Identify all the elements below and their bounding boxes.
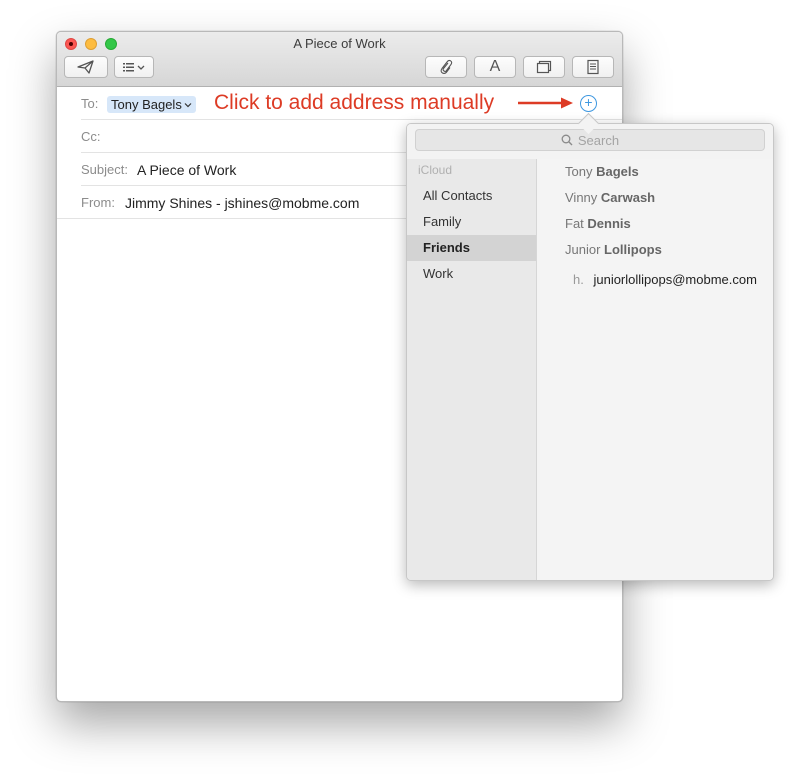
- contacts-list: Tony Bagels Vinny Carwash Fat Dennis Jun…: [537, 159, 773, 580]
- chevron-down-icon: [184, 102, 192, 107]
- send-button[interactable]: [64, 56, 108, 78]
- contact-item[interactable]: Tony Bagels: [565, 164, 639, 179]
- annotation-text: Click to add address manually: [214, 91, 495, 114]
- group-item-family[interactable]: Family: [407, 209, 536, 235]
- header-fields-button[interactable]: [114, 56, 154, 78]
- contact-last-name: Bagels: [596, 164, 639, 179]
- subject-field[interactable]: A Piece of Work: [137, 162, 236, 178]
- photo-browser-button[interactable]: [523, 56, 565, 78]
- contact-email-option[interactable]: h. juniorlollipops@mobme.com: [573, 272, 757, 287]
- contact-first-name: Fat: [565, 216, 584, 231]
- stationery-button[interactable]: [572, 56, 614, 78]
- contact-first-name: Vinny: [565, 190, 598, 205]
- email-type-label: h.: [573, 272, 584, 287]
- to-label: To:: [81, 96, 99, 111]
- group-item-work[interactable]: Work: [407, 261, 536, 287]
- search-icon: [561, 134, 573, 146]
- cc-label: Cc:: [81, 129, 101, 144]
- contact-item[interactable]: Vinny Carwash: [565, 190, 655, 205]
- contact-first-name: Junior: [565, 242, 601, 257]
- recipient-token[interactable]: Tony Bagels: [107, 96, 196, 113]
- email-address: juniorlollipops@mobme.com: [593, 272, 757, 287]
- contact-first-name: Tony: [565, 164, 593, 179]
- groups-sidebar: iCloud All Contacts Family Friends Work: [407, 159, 537, 580]
- window-title: A Piece of Work: [293, 36, 386, 51]
- list-icon: [123, 63, 145, 72]
- contact-last-name: Lollipops: [604, 242, 662, 257]
- subject-label: Subject:: [81, 162, 128, 177]
- title-bar: A Piece of Work A: [57, 32, 622, 87]
- paperclip-icon: [440, 59, 453, 74]
- annotation-arrow-icon: [518, 97, 573, 109]
- contact-item[interactable]: Fat Dennis: [565, 216, 631, 231]
- from-selector[interactable]: Jimmy Shines - jshines@mobme.com: [125, 195, 359, 211]
- stationery-icon: [587, 59, 599, 75]
- paper-plane-icon: [77, 60, 94, 74]
- from-label: From:: [81, 195, 115, 210]
- group-item-friends[interactable]: Friends: [407, 235, 536, 261]
- group-item-all-contacts[interactable]: All Contacts: [407, 183, 536, 209]
- contact-last-name: Carwash: [600, 190, 656, 205]
- attach-button[interactable]: [425, 56, 467, 78]
- photo-browser-icon: [536, 60, 552, 74]
- recipient-token-label: Tony Bagels: [111, 97, 182, 112]
- search-placeholder: Search: [577, 132, 620, 148]
- contacts-popover: Search iCloud All Contacts Family Friend…: [406, 123, 774, 581]
- format-button[interactable]: A: [474, 56, 516, 78]
- contact-last-name: Dennis: [587, 216, 631, 231]
- plus-icon: +: [584, 94, 593, 110]
- section-label: iCloud: [418, 163, 453, 177]
- contact-item[interactable]: Junior Lollipops: [565, 242, 662, 257]
- format-label: A: [489, 58, 501, 75]
- add-contact-button[interactable]: +: [580, 95, 597, 112]
